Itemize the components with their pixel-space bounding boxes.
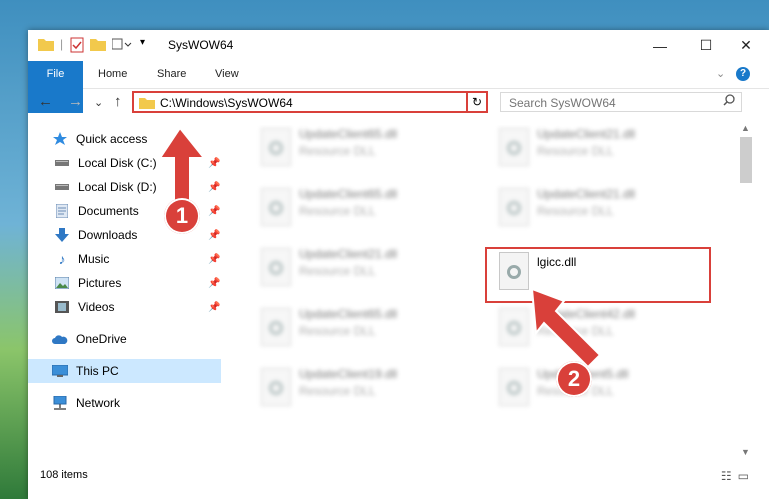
sidebar-item-label: Music [78, 252, 110, 266]
dll-file-icon [499, 128, 529, 166]
sidebar-item-label: Local Disk (C:) [78, 156, 157, 170]
search-input[interactable] [507, 95, 711, 111]
sidebar-item-label: Pictures [78, 276, 122, 290]
customize-quick-access-icon[interactable] [111, 37, 132, 53]
sidebar-item-label: Documents [78, 204, 139, 218]
search-icon [723, 94, 735, 109]
list-item[interactable]: UpdateClient65.dll Resource DLL [253, 303, 483, 355]
sidebar-item-label: Quick access [76, 132, 148, 146]
step-badge-1: 1 [164, 198, 200, 234]
list-item[interactable]: UpdateClient65.dll Resource DLL [253, 183, 483, 235]
up-arrow-icon[interactable]: ↑ [114, 93, 122, 110]
file-name: UpdateClient21.dll [537, 127, 636, 141]
minimize-button[interactable]: — [637, 30, 683, 61]
recent-locations-icon[interactable]: ⌄ [94, 96, 103, 109]
list-item[interactable]: UpdateClient65.dll Resource DLL [253, 125, 483, 175]
music-icon: ♪ [58, 251, 66, 267]
sidebar-item-music[interactable]: ♪ Music 📌 [28, 247, 221, 271]
file-type: Resource DLL [299, 264, 376, 278]
navigation-bar: ← → ⌄ ↑ C:\Windows\SysWOW64 ⌄ ↻ [28, 89, 769, 115]
vertical-scrollbar[interactable]: ▲ ▼ [738, 123, 754, 457]
back-arrow-icon[interactable]: ← [38, 93, 53, 110]
tab-home[interactable]: Home [98, 61, 127, 88]
ribbon-expand-icon[interactable]: ⌄ [716, 61, 725, 88]
dll-file-icon [261, 248, 291, 286]
pin-icon: 📌 [208, 277, 221, 289]
file-name: UpdateClient65.dll [299, 307, 398, 321]
network-icon [52, 395, 68, 411]
view-toggle-icons[interactable]: ☷▭ [721, 469, 755, 483]
ribbon-tabs: File Home Share View ⌄ ? [28, 61, 769, 113]
sidebar-item-label: Network [76, 396, 121, 410]
properties-icon[interactable] [70, 37, 84, 53]
scroll-up-icon[interactable]: ▲ [741, 123, 750, 133]
dll-file-icon [261, 128, 291, 166]
window-title: SysWOW64 [168, 38, 234, 52]
file-type: Resource DLL [299, 324, 376, 338]
scrollbar-thumb[interactable] [740, 137, 752, 183]
status-bar: 108 items ☷▭ [28, 466, 769, 488]
file-name: UpdateClient21.dll [299, 247, 398, 261]
dll-file-icon [261, 188, 291, 226]
search-box[interactable] [500, 92, 742, 112]
sidebar-item-pictures[interactable]: Pictures 📌 [28, 271, 221, 295]
list-item[interactable]: UpdateClient21.dll Resource DLL [491, 125, 721, 175]
address-bar[interactable]: C:\Windows\SysWOW64 ⌄ [132, 91, 485, 113]
help-icon[interactable]: ? [736, 67, 750, 81]
file-name: UpdateClient65.dll [299, 127, 398, 141]
pin-icon: 📌 [208, 229, 221, 241]
download-icon [54, 227, 70, 243]
sidebar-item-label: OneDrive [76, 332, 127, 346]
refresh-button[interactable]: ↻ [466, 91, 488, 113]
item-count: 108 items [40, 469, 88, 481]
sidebar-item-label: Downloads [78, 228, 138, 242]
sidebar-item-label: Videos [78, 300, 115, 314]
documents-icon [54, 203, 70, 219]
close-button[interactable]: ✕ [723, 30, 769, 61]
dll-file-icon [261, 368, 291, 406]
dll-file-icon [499, 188, 529, 226]
folder-icon [38, 37, 54, 53]
file-type: Resource DLL [537, 144, 614, 158]
list-item[interactable]: UpdateClient21.dll Resource DLL [253, 243, 483, 295]
pin-icon: 📌 [208, 301, 221, 313]
tab-share[interactable]: Share [157, 61, 186, 88]
videos-icon [54, 299, 70, 315]
title-bar: | ▾ SysWOW64 — ☐ ✕ [28, 30, 769, 61]
sidebar-item-network[interactable]: Network [28, 391, 221, 415]
file-type: Resource DLL [299, 204, 376, 218]
file-name: UpdateClient65.dll [299, 187, 398, 201]
new-folder-icon[interactable] [90, 37, 106, 53]
drive-icon [54, 155, 70, 171]
star-icon [52, 131, 68, 147]
sidebar-item-videos[interactable]: Videos 📌 [28, 295, 221, 319]
file-type: Resource DLL [537, 204, 614, 218]
sidebar-item-this-pc[interactable]: This PC [28, 359, 221, 383]
sidebar-item-onedrive[interactable]: OneDrive [28, 327, 221, 351]
address-path: C:\Windows\SysWOW64 [160, 96, 293, 110]
sidebar-item-label: Local Disk (D:) [78, 180, 157, 194]
computer-icon [52, 363, 68, 379]
pictures-icon [54, 275, 70, 291]
drive-icon [54, 179, 70, 195]
file-name: UpdateClient19.dll [299, 367, 398, 381]
step-badge-2: 2 [556, 361, 592, 397]
sidebar-item-label: This PC [76, 364, 119, 378]
forward-arrow-icon[interactable]: → [68, 93, 83, 110]
file-type: Resource DLL [299, 144, 376, 158]
cloud-icon [52, 331, 68, 347]
tab-view[interactable]: View [215, 61, 239, 88]
list-item[interactable]: UpdateClient21.dll Resource DLL [491, 183, 721, 235]
folder-icon [139, 96, 155, 112]
dll-file-icon [261, 308, 291, 346]
separator: | [60, 37, 64, 51]
file-name: UpdateClient21.dll [537, 187, 636, 201]
list-item[interactable]: UpdateClient19.dll Resource DLL [253, 363, 483, 415]
quick-access-dropdown-icon[interactable]: ▾ [140, 37, 145, 53]
scroll-down-icon[interactable]: ▼ [741, 447, 750, 457]
file-type: Resource DLL [299, 384, 376, 398]
pin-icon: 📌 [208, 253, 221, 265]
